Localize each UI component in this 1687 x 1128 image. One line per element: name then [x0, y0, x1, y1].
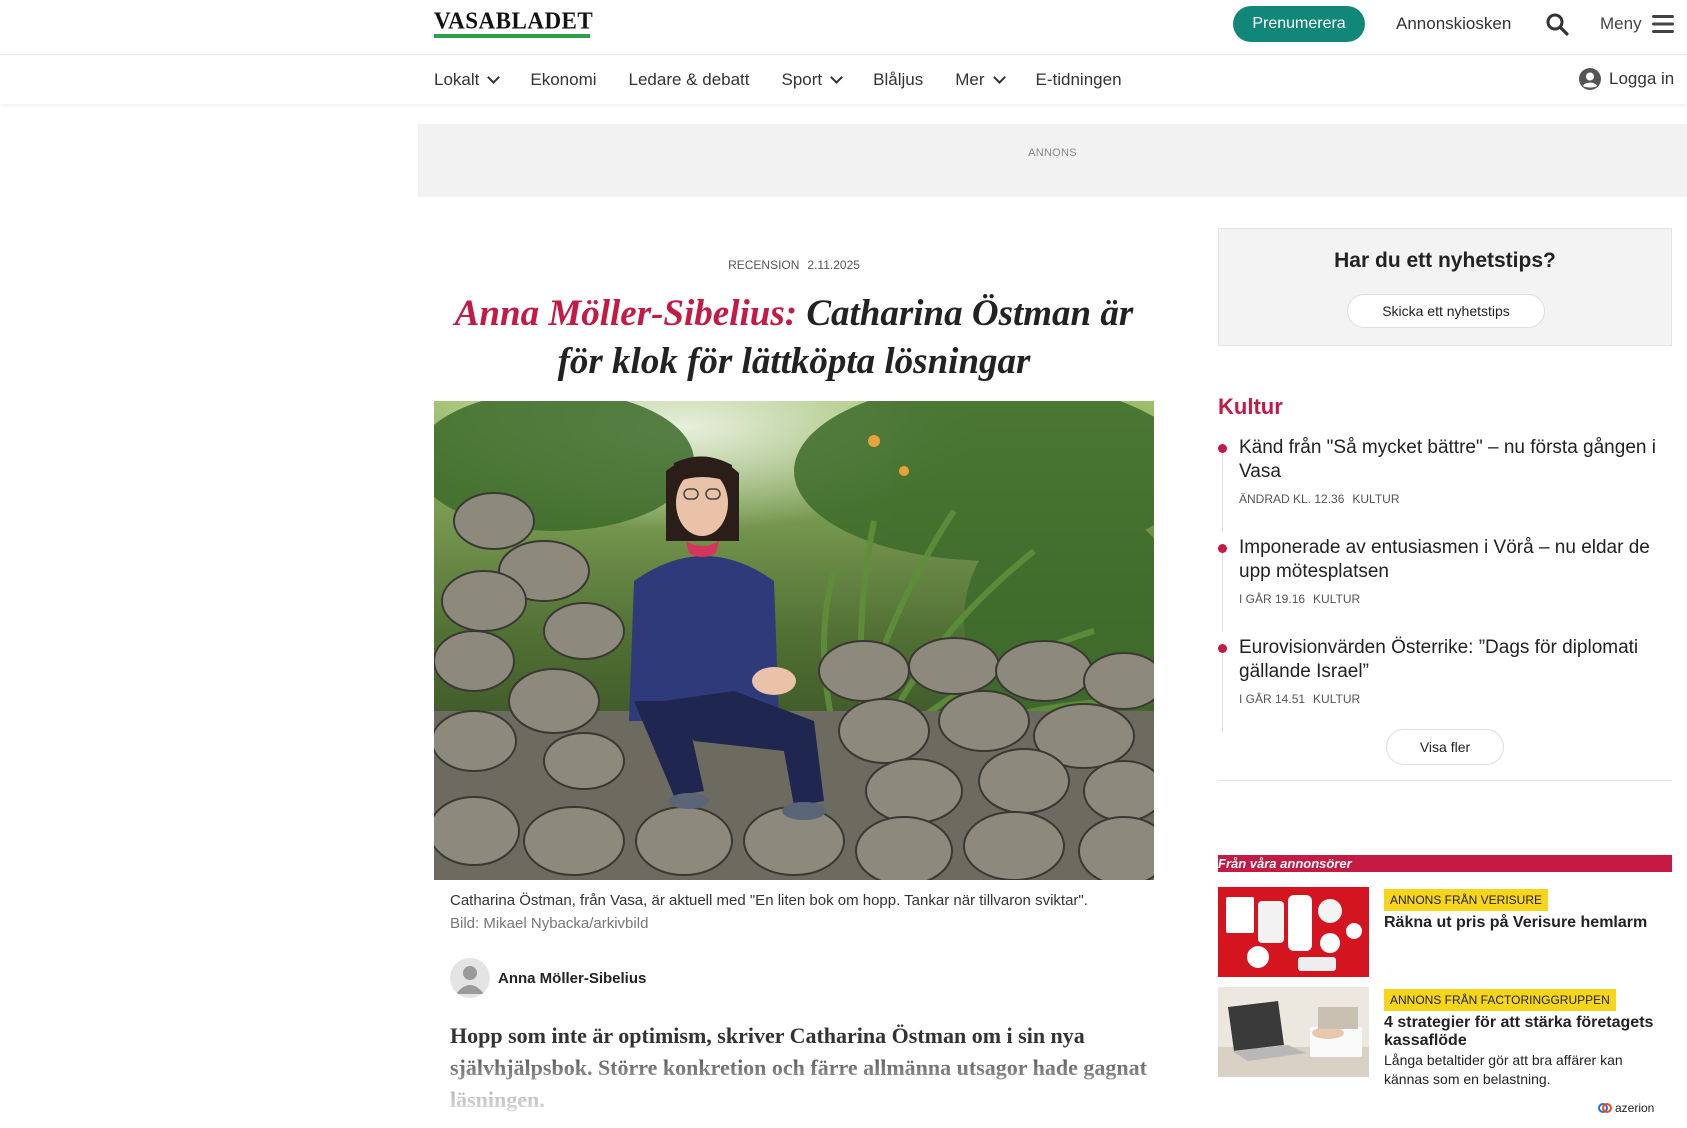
sponsored-label: ANNONS FRÅN VERISURE — [1384, 889, 1549, 911]
article-meta: RECENSION 2.11.2025 — [434, 258, 1154, 272]
news-tip-box: Har du ett nyhetstips? Skicka ett nyhets… — [1218, 228, 1672, 346]
menu-button-label[interactable]: Meny — [1600, 14, 1642, 34]
timeline-line — [1222, 544, 1223, 632]
login-label: Logga in — [1609, 69, 1675, 88]
news-tip-title: Har du ett nyhetstips? — [1334, 249, 1556, 272]
nav-item-label: Ledare & debatt — [628, 70, 750, 89]
timeline-line — [1222, 444, 1223, 532]
sponsored-item[interactable]: ANNONS FRÅN FACTORINGGRUPPEN 4 strategie… — [1218, 987, 1672, 1087]
alarm-devices-image — [1218, 887, 1369, 977]
article-date: 2.11.2025 — [807, 258, 860, 272]
kultur-section-title[interactable]: Kultur — [1218, 394, 1283, 420]
caption-text: Catharina Östman, från Vasa, är aktuell … — [450, 892, 1088, 909]
paywall-fade — [440, 1045, 1160, 1128]
sponsored-label: ANNONS FRÅN FACTORINGGRUPPEN — [1384, 989, 1616, 1011]
subscribe-button[interactable]: Prenumerera — [1233, 6, 1365, 42]
kultur-item-meta: I GÅR 14.51 KULTUR — [1239, 692, 1360, 706]
article-photo[interactable] — [434, 401, 1154, 880]
bullet-dot-icon — [1218, 444, 1227, 453]
kultur-item-time: I GÅR 14.51 — [1239, 692, 1306, 706]
kultur-item-time: ÄNDRAD KL. 12.36 — [1239, 492, 1345, 506]
kultur-item-section: KULTUR — [1313, 592, 1361, 606]
chevron-down-icon — [487, 71, 501, 84]
login-button[interactable]: Logga in — [1579, 68, 1674, 90]
sponsored-item[interactable]: ANNONS FRÅN VERISURE Räkna ut pris på Ve… — [1218, 887, 1672, 979]
timeline-line — [1222, 644, 1223, 732]
sponsored-title[interactable]: Räkna ut pris på Verisure hemlarm — [1384, 914, 1669, 932]
kultur-item-section: KULTUR — [1313, 692, 1361, 706]
sponsored-thumbnail[interactable] — [1218, 887, 1369, 977]
article-category[interactable]: RECENSION — [728, 258, 799, 272]
show-more-button[interactable]: Visa fler — [1386, 729, 1504, 765]
kultur-list-item[interactable]: Känd från "Så mycket bättre" – nu första… — [1218, 436, 1672, 536]
sponsored-description: Långa betaltider gör att bra affärer kan… — [1384, 1052, 1623, 1087]
nav-item-label: Blåljus — [873, 70, 924, 89]
ad-label: ANNONS — [1028, 147, 1077, 159]
photo-credit: Bild: Mikael Nybacka/arkivbild — [450, 915, 649, 932]
main-nav: Lokalt Ekonomi Ledare & debatt Sport Blå… — [0, 56, 1687, 104]
nav-item-e-tidningen[interactable]: E-tidningen — [1036, 70, 1122, 90]
kultur-item-section: KULTUR — [1352, 492, 1400, 506]
site-logo[interactable]: VASABLADET — [434, 7, 593, 34]
avatar-placeholder-icon — [456, 966, 484, 994]
kultur-item-meta: ÄNDRAD KL. 12.36 KULTUR — [1239, 492, 1400, 506]
advertisers-header: Från våra annonsörer — [1218, 855, 1672, 872]
ad-network-label: azerion — [1615, 1101, 1655, 1115]
ad-banner[interactable]: ANNONS — [418, 124, 1687, 197]
article-photo-illustration — [434, 401, 1154, 880]
article-headline: Anna Möller-Sibelius: Catharina Östman ä… — [434, 290, 1154, 386]
nav-item-label: E-tidningen — [1035, 70, 1122, 89]
ad-network-badge[interactable]: azerion — [1598, 1101, 1654, 1115]
chevron-down-icon — [992, 71, 1006, 84]
kultur-item-time: I GÅR 19.16 — [1239, 592, 1306, 606]
nav-item-lokalt[interactable]: Lokalt — [434, 70, 501, 90]
sidebar-divider — [1218, 780, 1672, 781]
logo-underline — [434, 34, 590, 38]
bullet-dot-icon — [1218, 544, 1227, 553]
nav-item-ekonomi[interactable]: Ekonomi — [530, 70, 596, 90]
nav-item-label: Mer — [955, 70, 985, 89]
kultur-item-headline[interactable]: Eurovisionvärden Österrike: ”Dags för di… — [1239, 636, 1669, 684]
nav-item-label: Lokalt — [434, 70, 480, 89]
kultur-item-meta: I GÅR 19.16 KULTUR — [1239, 592, 1360, 606]
annonskiosken-link[interactable]: Annonskiosken — [1396, 14, 1511, 34]
author-avatar — [450, 958, 490, 998]
top-header: VASABLADET Prenumerera Annonskiosken Men… — [0, 0, 1687, 55]
nav-item-sport[interactable]: Sport — [781, 70, 844, 90]
chevron-down-icon — [830, 71, 844, 84]
bullet-dot-icon — [1218, 644, 1227, 653]
sponsored-thumbnail[interactable] — [1218, 987, 1369, 1077]
laptop-desk-image — [1218, 987, 1369, 1077]
sponsored-title[interactable]: 4 strategier för att stärka företagets k… — [1384, 1014, 1669, 1050]
nav-item-blaljus[interactable]: Blåljus — [873, 70, 923, 90]
nav-item-label: Sport — [781, 70, 823, 89]
author-name: Anna Möller-Sibelius — [498, 969, 647, 987]
nav-items: Lokalt Ekonomi Ledare & debatt Sport Blå… — [434, 56, 1154, 104]
kultur-item-headline[interactable]: Imponerade av entusiasmen i Vörå – nu el… — [1239, 536, 1669, 584]
nav-item-label: Ekonomi — [530, 70, 597, 89]
kultur-item-headline[interactable]: Känd från "Så mycket bättre" – nu första… — [1239, 436, 1669, 484]
image-caption: Catharina Östman, från Vasa, är aktuell … — [450, 889, 1150, 935]
nav-item-ledare-debatt[interactable]: Ledare & debatt — [629, 70, 750, 90]
kultur-list-item[interactable]: Eurovisionvärden Österrike: ”Dags för di… — [1218, 636, 1672, 736]
nav-item-mer[interactable]: Mer — [955, 70, 1006, 90]
author-byline[interactable]: Anna Möller-Sibelius — [450, 958, 646, 998]
search-icon[interactable] — [1545, 12, 1569, 36]
headline-author: Anna Möller-Sibelius: — [454, 293, 798, 334]
kultur-list-item[interactable]: Imponerade av entusiasmen i Vörå – nu el… — [1218, 536, 1672, 636]
hamburger-menu-icon[interactable] — [1652, 14, 1674, 34]
send-news-tip-button[interactable]: Skicka ett nyhetstips — [1347, 294, 1545, 328]
azerion-logo-icon — [1598, 1103, 1612, 1113]
user-icon — [1579, 68, 1601, 90]
kultur-list: Känd från "Så mycket bättre" – nu första… — [1218, 436, 1672, 736]
